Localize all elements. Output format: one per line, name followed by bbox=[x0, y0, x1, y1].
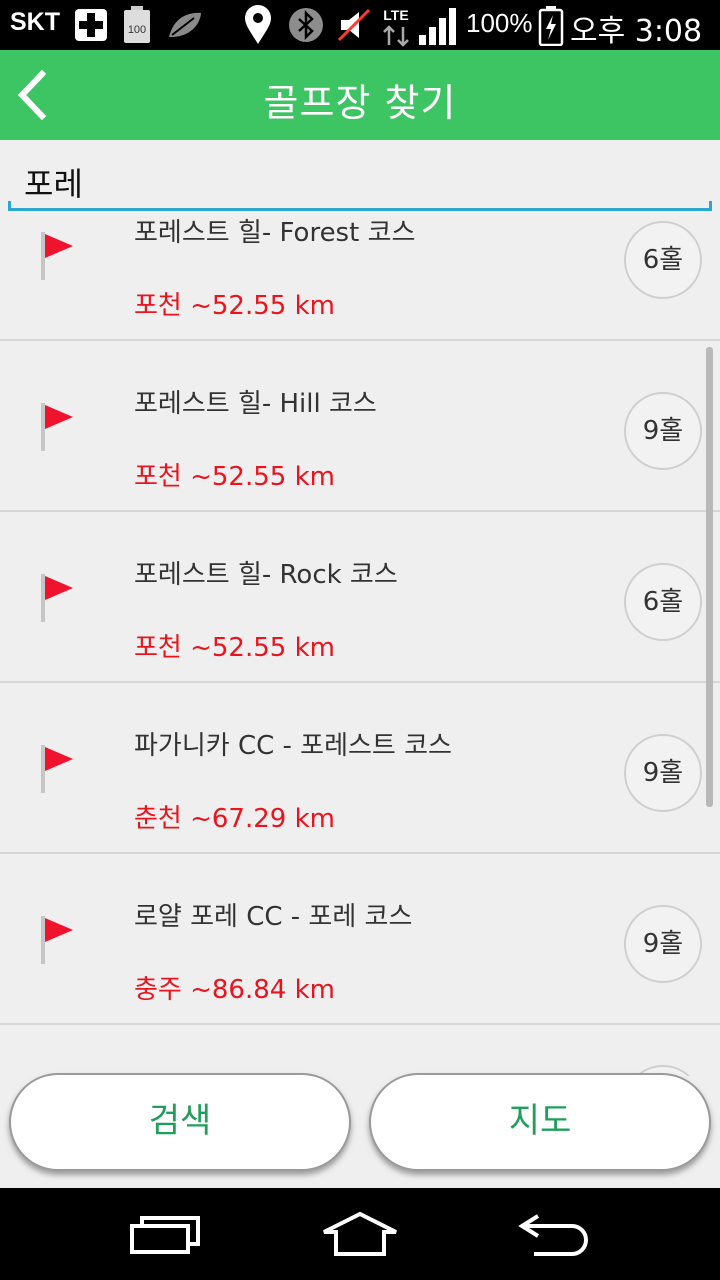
action-buttons: 검색 지도 bbox=[0, 1065, 720, 1188]
battery-100-icon: 100 bbox=[124, 6, 150, 43]
search-button[interactable]: 검색 bbox=[9, 1073, 351, 1171]
course-distance: 춘천 ~67.29 km bbox=[134, 804, 335, 834]
recent-apps-icon[interactable] bbox=[128, 1210, 202, 1260]
svg-text:LTE: LTE bbox=[383, 7, 408, 23]
flag-icon bbox=[41, 574, 73, 622]
mute-icon bbox=[337, 8, 371, 42]
app-header: 골프장 찾기 bbox=[0, 50, 720, 140]
status-bar: SKT 100 LTE 100% 오후 3:08 bbox=[0, 0, 720, 50]
list-item[interactable]: 포레스트 힐- Forest 코스 포천 ~52.55 km 6홀 bbox=[0, 216, 720, 341]
list-item[interactable]: 로얄 포레 CC - 포레 코스 충주 ~86.84 km 9홀 bbox=[0, 854, 720, 1025]
battery-percent: 100% bbox=[466, 8, 533, 38]
flag-icon bbox=[41, 232, 73, 280]
list-item[interactable]: 포레스트 힐- Rock 코스 포천 ~52.55 km 6홀 bbox=[0, 512, 720, 683]
map-button[interactable]: 지도 bbox=[369, 1073, 711, 1171]
system-navigation-bar bbox=[0, 1188, 720, 1280]
carrier-label: SKT bbox=[10, 8, 60, 36]
holes-badge: 9홀 bbox=[624, 392, 702, 470]
list-item[interactable]: 파가니카 CC - 포레스트 코스 춘천 ~67.29 km 9홀 bbox=[0, 683, 720, 854]
clock: 오후 3:08 bbox=[570, 14, 703, 49]
holes-badge: 9홀 bbox=[624, 734, 702, 812]
holes-badge: 6홀 bbox=[624, 563, 702, 641]
flag-icon bbox=[41, 745, 73, 793]
holes-badge: 6홀 bbox=[624, 221, 702, 299]
home-icon[interactable] bbox=[320, 1210, 400, 1260]
course-name: 포레스트 힐- Hill 코스 bbox=[134, 389, 377, 419]
course-name: 포레스트 힐- Rock 코스 bbox=[134, 560, 398, 590]
golf-course-list[interactable]: 포레스트 힐- Forest 코스 포천 ~52.55 km 6홀 포레스트 힐… bbox=[0, 216, 720, 1076]
course-name: 로얄 포레 CC - 포레 코스 bbox=[134, 902, 413, 932]
course-distance: 포천 ~52.55 km bbox=[134, 462, 335, 492]
bluetooth-icon bbox=[289, 8, 323, 42]
list-scrollbar[interactable] bbox=[706, 347, 713, 807]
course-distance: 포천 ~52.55 km bbox=[134, 633, 335, 663]
course-distance: 충주 ~86.84 km bbox=[134, 975, 335, 1005]
medical-cross-icon bbox=[75, 9, 107, 41]
course-distance: 포천 ~52.55 km bbox=[134, 291, 335, 321]
list-item[interactable]: 포레스트 힐- Hill 코스 포천 ~52.55 km 9홀 bbox=[0, 341, 720, 512]
signal-strength-icon bbox=[419, 8, 456, 45]
lte-data-icon: LTE bbox=[383, 7, 409, 47]
leaf-icon bbox=[169, 12, 201, 38]
search-input[interactable] bbox=[8, 154, 712, 210]
course-name: 파가니카 CC - 포레스트 코스 bbox=[134, 731, 452, 761]
battery-charging-icon bbox=[538, 6, 564, 46]
back-icon[interactable] bbox=[518, 1210, 592, 1260]
flag-icon bbox=[41, 403, 73, 451]
location-pin-icon bbox=[245, 5, 271, 44]
svg-text:100: 100 bbox=[128, 24, 146, 36]
search-underline bbox=[8, 201, 712, 211]
search-bar bbox=[0, 140, 720, 216]
course-name: 포레스트 힐- Forest 코스 bbox=[134, 218, 416, 248]
page-title: 골프장 찾기 bbox=[263, 81, 457, 125]
holes-badge: 9홀 bbox=[624, 905, 702, 983]
flag-icon bbox=[41, 916, 73, 964]
